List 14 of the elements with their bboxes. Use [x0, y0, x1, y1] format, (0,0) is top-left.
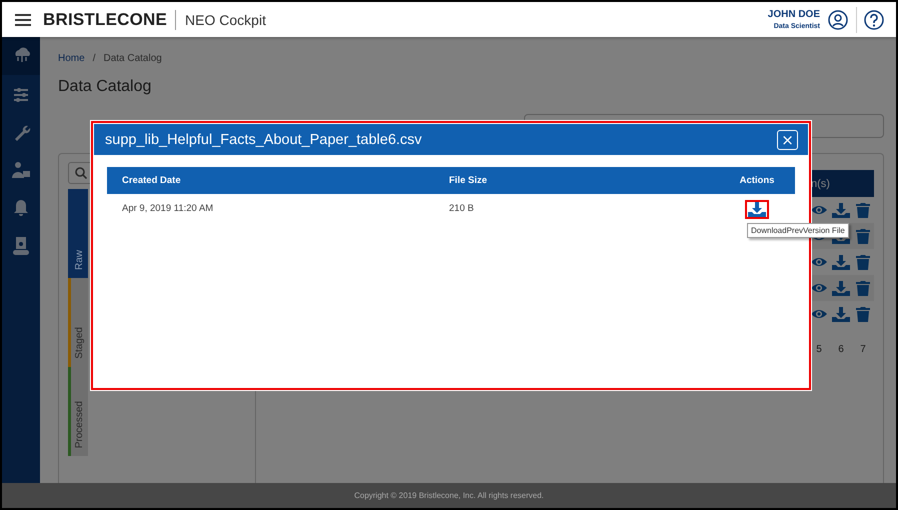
user-name: JOHN DOE	[768, 9, 820, 20]
table-cell-text: 210 B	[449, 202, 475, 214]
logo: BRISTLECONE	[43, 10, 176, 30]
column-header: Actions	[738, 175, 776, 186]
table-cell-text: Apr 9, 2019 11:20 AM	[121, 202, 214, 214]
breadcrumb-separator: /	[92, 53, 96, 64]
tooltip: DownloadPrevVersion File	[747, 223, 849, 238]
dialog-title: supp_lib_Helpful_Facts_About_Paper_table6.csv	[105, 132, 422, 148]
page-title: Data Catalog	[58, 78, 152, 96]
breadcrumb-current: Data Catalog	[103, 53, 162, 64]
footer-text: Copyright © 2019 Bristlecone, Inc. All rights reserved.	[2, 483, 896, 508]
column-header: Created Date	[121, 175, 182, 186]
column-header: File Size	[449, 175, 488, 186]
app-name: NEO Cockpit	[184, 12, 266, 28]
